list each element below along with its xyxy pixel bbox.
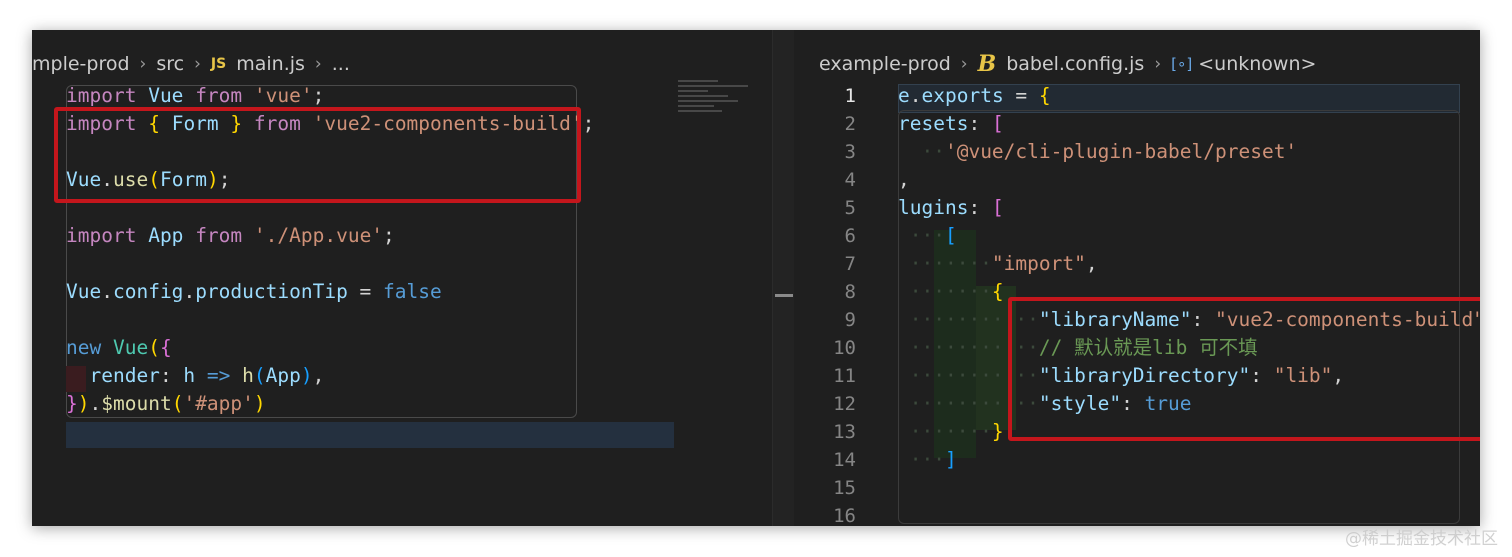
line-number[interactable]: 8: [822, 278, 856, 306]
symbol-variable-icon: [∘]: [1171, 55, 1193, 73]
code-line-7[interactable]: ·······"import",: [898, 250, 1098, 278]
line-number[interactable]: 15: [822, 474, 856, 502]
breadcrumb-file[interactable]: main.js: [236, 53, 305, 75]
line-number[interactable]: 6: [822, 222, 856, 250]
babel-file-icon: B: [977, 51, 997, 77]
minimap[interactable]: [678, 80, 772, 126]
code-line-10[interactable]: new Vue({: [66, 334, 172, 362]
watermark: @稀土掘金技术社区: [1345, 529, 1498, 549]
code-line-3[interactable]: ··'@vue/cli-plugin-babel/preset': [898, 138, 1297, 166]
code-line-1[interactable]: import Vue from 'vue';: [66, 82, 324, 110]
line-number[interactable]: 11: [822, 362, 856, 390]
current-line-highlight: [66, 422, 674, 448]
code-line-13[interactable]: ·······}: [898, 418, 1004, 446]
left-editor-pane: mple-prod › src › JS main.js › ... impor…: [32, 30, 772, 526]
line-number[interactable]: 10: [822, 334, 856, 362]
line-number[interactable]: 16: [822, 502, 856, 526]
line-number[interactable]: 14: [822, 446, 856, 474]
highlight-box-plugin-options: [1008, 297, 1480, 441]
code-line-5[interactable]: lugins: [: [898, 194, 1004, 222]
line-number[interactable]: 4: [822, 166, 856, 194]
line-number[interactable]: 5: [822, 194, 856, 222]
breadcrumb-symbol[interactable]: <unknown>: [1198, 53, 1316, 75]
js-file-icon: JS: [210, 56, 227, 72]
chevron-right-icon: ›: [139, 54, 147, 74]
code-line-14[interactable]: ···]: [898, 446, 957, 474]
chevron-right-icon: ›: [1154, 54, 1162, 74]
editor-window: mple-prod › src › JS main.js › ... impor…: [32, 30, 1480, 526]
breadcrumb-folder[interactable]: example-prod: [819, 53, 951, 75]
left-breadcrumb: mple-prod › src › JS main.js › ...: [32, 52, 350, 76]
code-line-1[interactable]: e.exports = {: [898, 82, 1051, 110]
code-line-4[interactable]: ,: [898, 166, 910, 194]
pane-splitter[interactable]: [772, 30, 795, 526]
code-line-6[interactable]: import App from './App.vue';: [66, 222, 395, 250]
line-number[interactable]: 12: [822, 390, 856, 418]
sash-handle[interactable]: [775, 294, 793, 297]
right-editor-pane: example-prod › B babel.config.js › [∘] <…: [794, 30, 1480, 526]
code-line-6[interactable]: ···[: [898, 222, 957, 250]
chevron-right-icon: ›: [314, 54, 322, 74]
code-line-2[interactable]: resets: [: [898, 110, 1004, 138]
line-number[interactable]: 7: [822, 250, 856, 278]
chevron-right-icon: ›: [194, 54, 201, 74]
line-number[interactable]: 9: [822, 306, 856, 334]
line-number[interactable]: 2: [822, 110, 856, 138]
breadcrumb-folder[interactable]: mple-prod: [32, 53, 130, 75]
chevron-right-icon: ›: [960, 54, 968, 74]
right-breadcrumb: example-prod › B babel.config.js › [∘] <…: [819, 51, 1316, 77]
breadcrumb-more[interactable]: ...: [332, 53, 350, 75]
line-number[interactable]: 3: [822, 138, 856, 166]
line-number[interactable]: 13: [822, 418, 856, 446]
highlight-box-import: [54, 107, 581, 203]
code-line-11[interactable]: render: h => h(App),: [66, 362, 324, 390]
breadcrumb-folder-src[interactable]: src: [156, 53, 184, 75]
code-line-8[interactable]: ·······{: [898, 278, 1004, 306]
code-line-12[interactable]: }).$mount('#app'): [66, 390, 266, 418]
code-line-8[interactable]: Vue.config.productionTip = false: [66, 278, 442, 306]
line-number[interactable]: 1: [822, 82, 856, 110]
breadcrumb-file[interactable]: babel.config.js: [1006, 53, 1144, 75]
